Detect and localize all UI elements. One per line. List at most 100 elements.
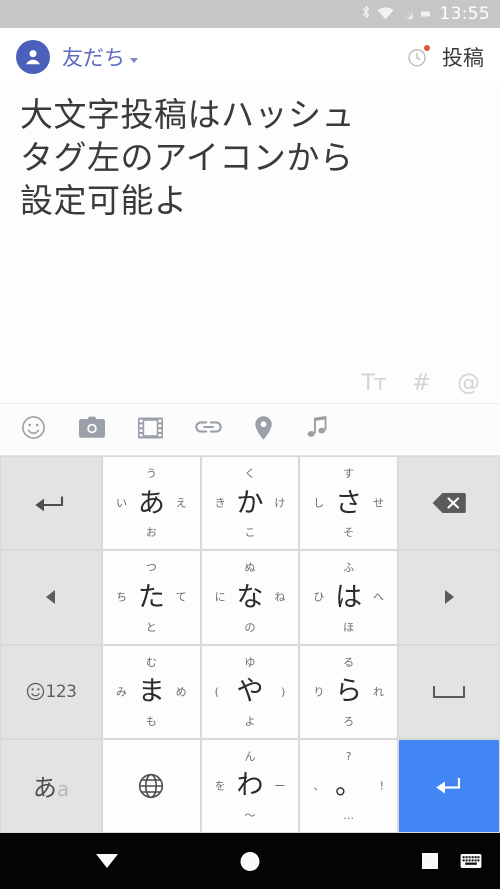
keyboard-row-4: あa ん を わ ー 〜 ? 、 。 ! … [0, 739, 500, 833]
key-sub-down: よ [244, 714, 256, 728]
nav-recents-button[interactable] [422, 853, 438, 869]
input-mode-label: あa [32, 774, 70, 803]
key-sub-down: … [343, 809, 355, 822]
nav-home-button[interactable] [240, 851, 260, 871]
key-sub-left: ( [214, 685, 219, 699]
camera-icon[interactable] [78, 416, 106, 444]
key-sa[interactable]: す し さ せ そ [300, 457, 398, 550]
link-icon[interactable] [195, 416, 222, 444]
compose-header: 友だち 投稿 [0, 28, 500, 86]
key-sub-up: る [343, 655, 355, 669]
key-sub-left: り [313, 685, 325, 699]
enter-key[interactable] [399, 739, 500, 832]
key-sub-right: け [274, 496, 286, 510]
smiley-icon [26, 682, 44, 701]
key-ka[interactable]: く き か け こ [201, 457, 299, 550]
mention-icon[interactable]: @ [457, 372, 480, 395]
key-sub-right: ) [281, 685, 286, 699]
symbol-number-text: 123 [45, 681, 77, 702]
status-time: 13:55 [439, 3, 490, 24]
key-center: 。 [335, 770, 363, 802]
key-wa[interactable]: ん を わ ー 〜 [201, 739, 299, 832]
language-key[interactable] [103, 739, 200, 832]
key-sub-left: き [214, 496, 226, 510]
keyboard-icon [460, 854, 482, 868]
timer-button[interactable] [406, 45, 430, 68]
key-sub-right: ー [274, 779, 286, 793]
key-ya[interactable]: ゆ ( や ) よ [201, 645, 299, 738]
key-sub-right: せ [373, 496, 385, 510]
symbol-number-key[interactable]: 123 [1, 645, 101, 738]
audience-selector[interactable]: 友だち [62, 42, 138, 72]
key-sub-down: 〜 [244, 809, 256, 822]
key-center: ま [137, 676, 165, 708]
key-center: や [236, 676, 264, 708]
emoji-icon[interactable] [20, 414, 47, 445]
key-sub-down: ほ [343, 620, 355, 634]
cursor-right-key[interactable] [399, 551, 500, 644]
chevron-down-icon [130, 57, 138, 63]
key-ha[interactable]: ふ ひ は へ ほ [300, 551, 398, 644]
key-sub-right: へ [373, 590, 385, 604]
japanese-flick-keyboard: う い あ え お く き か け こ す し さ せ そ つ ち た て と … [0, 456, 500, 833]
key-sub-left: み [116, 685, 127, 699]
key-center: あ [137, 487, 165, 519]
keyboard-row-1: う い あ え お く き か け こ す し さ せ そ [0, 456, 500, 550]
location-pin-icon[interactable] [253, 415, 274, 445]
key-na[interactable]: ぬ に な ね の [201, 551, 299, 644]
video-icon[interactable] [137, 416, 164, 444]
format-toolbar: Tᴛ # @ [361, 372, 480, 395]
key-sub-left: ち [116, 590, 127, 604]
key-punctuation[interactable]: ? 、 。 ! … [300, 739, 398, 832]
cursor-left-key[interactable] [1, 551, 101, 644]
key-sub-up: ん [244, 749, 256, 763]
circle-icon [240, 851, 260, 871]
key-ma[interactable]: む み ま め も [103, 645, 200, 738]
key-sub-right: ! [379, 779, 385, 793]
compose-text[interactable]: 大文字投稿はハッシュ タグ左のアイコンから 設定可能よ [20, 86, 480, 223]
key-sub-down: そ [343, 526, 355, 540]
nav-back-button[interactable] [96, 854, 118, 868]
text-size-icon[interactable]: Tᴛ [361, 372, 386, 395]
key-center: か [236, 487, 264, 519]
key-sub-up: ぬ [244, 561, 256, 575]
input-mode-key[interactable]: あa [1, 739, 101, 832]
wifi-icon [377, 5, 394, 24]
key-center: ら [335, 676, 363, 708]
red-dot-badge [424, 45, 430, 51]
key-sub-up: ふ [343, 561, 355, 575]
delete-key[interactable] [399, 457, 500, 550]
key-sub-left: を [214, 779, 226, 793]
space-key[interactable] [399, 645, 500, 738]
key-sub-left: 、 [313, 779, 325, 793]
music-note-icon[interactable] [305, 415, 330, 444]
symbol-number-label: 123 [26, 682, 77, 702]
avatar[interactable] [16, 40, 50, 74]
key-sub-up: ゆ [244, 655, 256, 669]
globe-icon [139, 773, 164, 798]
key-center: は [335, 581, 363, 613]
keyboard-row-2: つ ち た て と ぬ に な ね の ふ ひ は へ ほ [0, 550, 500, 644]
undo-key[interactable] [1, 457, 101, 550]
key-ra[interactable]: る り ら れ ろ [300, 645, 398, 738]
key-sub-down: の [244, 620, 256, 634]
key-sub-left: し [313, 496, 325, 510]
space-bar-icon [433, 685, 466, 698]
hashtag-icon[interactable]: # [412, 372, 431, 395]
nav-keyboard-switch-button[interactable] [460, 853, 482, 869]
key-a[interactable]: う い あ え お [103, 457, 200, 550]
media-toolbar [0, 403, 500, 456]
key-sub-down: こ [244, 526, 256, 540]
key-sub-up: つ [145, 561, 157, 575]
key-sub-down: ろ [343, 714, 355, 728]
compose-area[interactable]: 大文字投稿はハッシュ タグ左のアイコンから 設定可能よ Tᴛ # @ [0, 86, 500, 403]
enter-return-icon [436, 777, 461, 794]
triangle-left-icon [46, 590, 55, 605]
key-center: な [236, 581, 264, 613]
person-avatar-icon [26, 50, 40, 65]
key-sub-up: う [145, 467, 157, 480]
key-ta[interactable]: つ ち た て と [103, 551, 200, 644]
bluetooth-icon [361, 5, 371, 24]
post-button[interactable]: 投稿 [442, 42, 484, 72]
key-sub-up: ? [345, 749, 352, 763]
